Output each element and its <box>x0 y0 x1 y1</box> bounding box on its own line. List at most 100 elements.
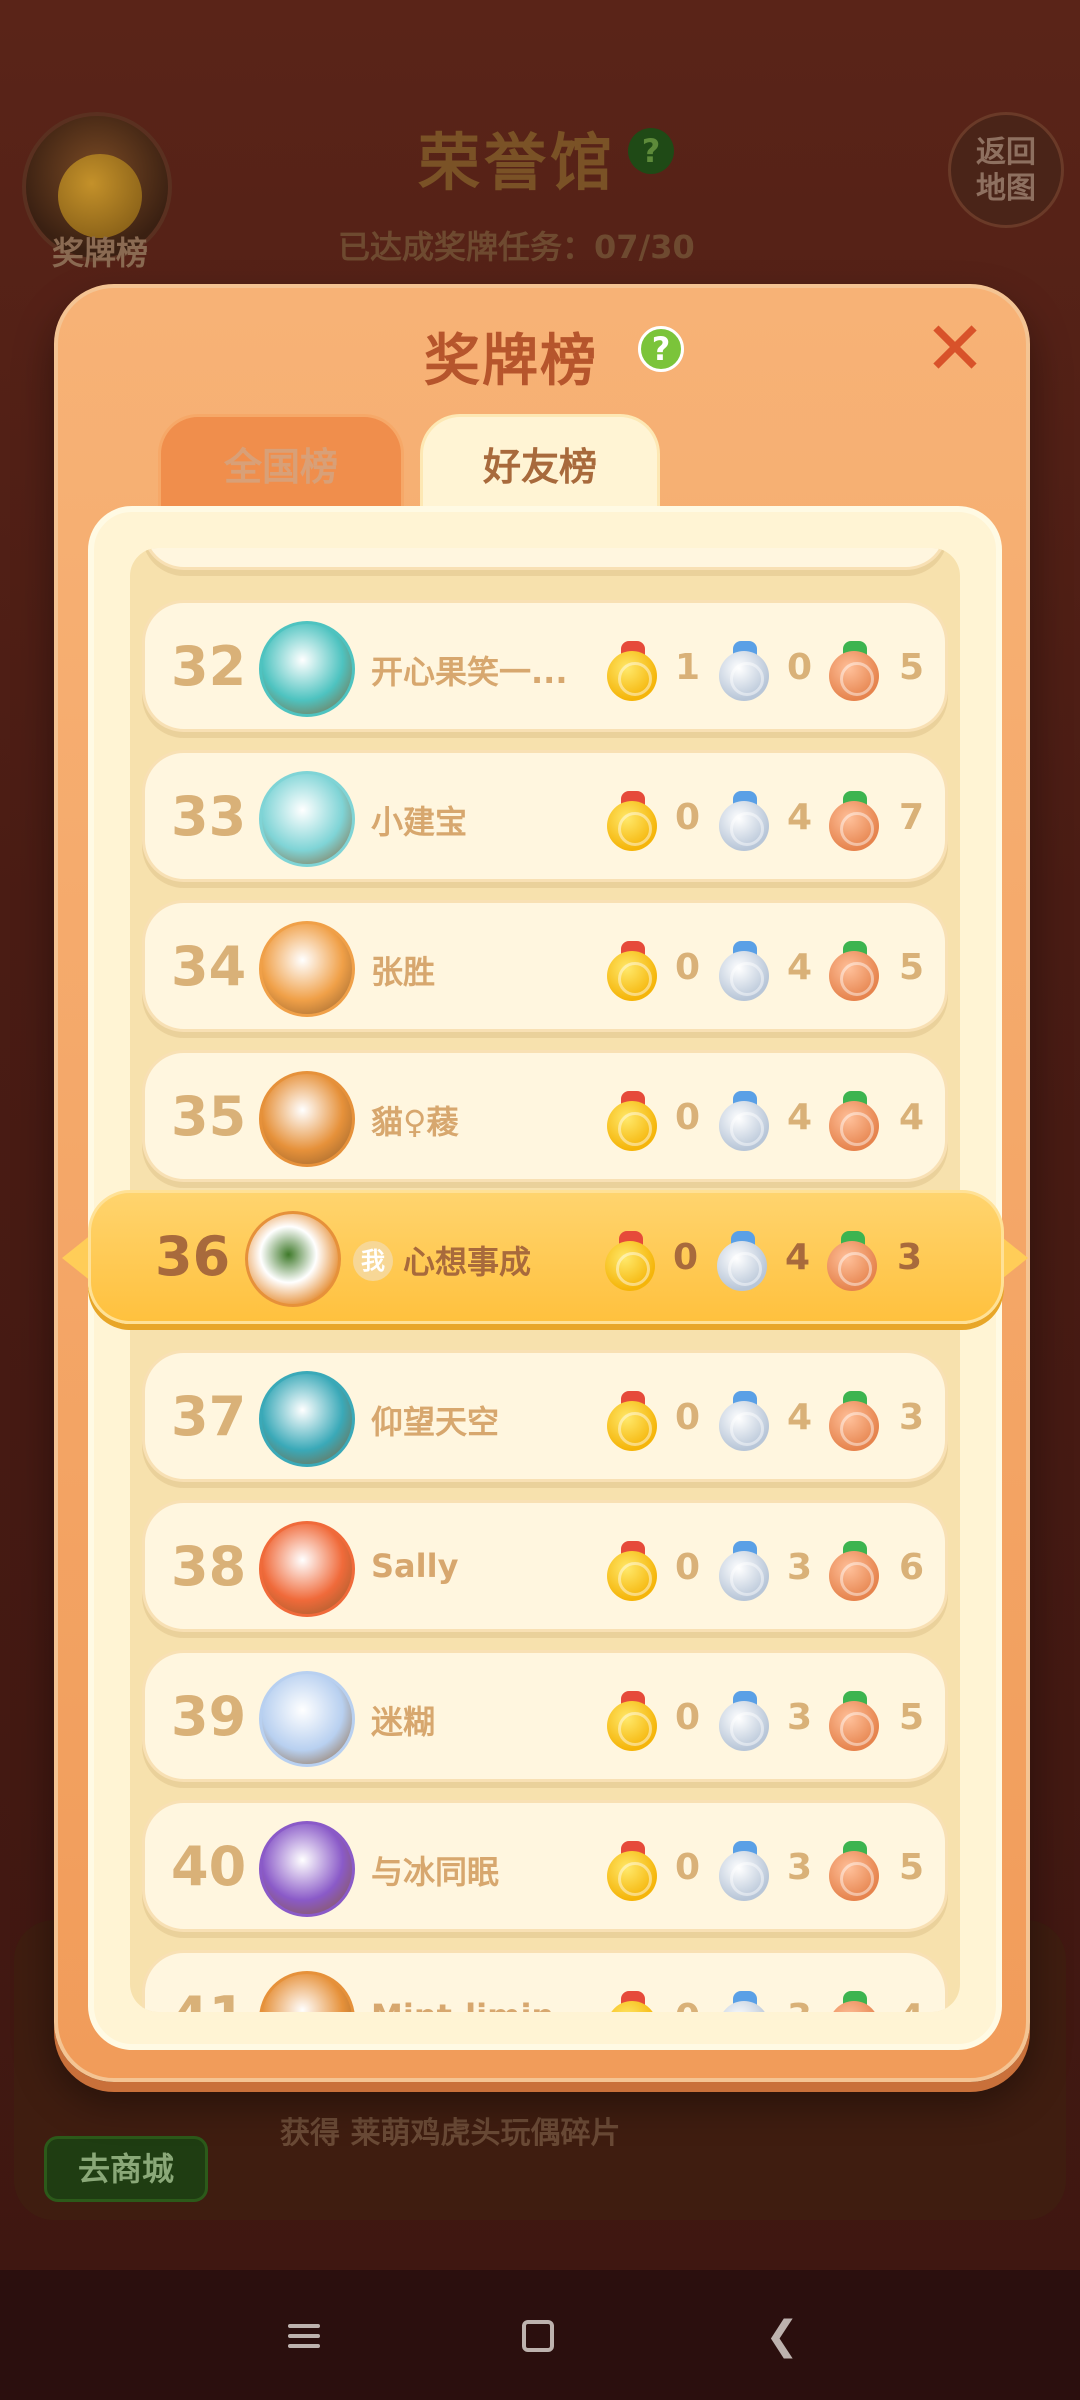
rank-number: 35 <box>171 1085 247 1148</box>
player-name: 张胜 <box>371 953 436 991</box>
gold-medal-icon <box>607 1841 659 1901</box>
rank-number: 41 <box>171 1985 261 2012</box>
bronze-medal-icon <box>829 941 881 1001</box>
tab-friends[interactable]: 好友榜 <box>420 414 660 514</box>
progress-text: 已达成奖牌任务：07/30 <box>338 222 695 268</box>
bronze-count: 4 <box>899 1997 939 2012</box>
system-nav-bar: ❮ <box>0 2270 1080 2400</box>
bronze-medal-icon <box>827 1231 879 1291</box>
silver-medal-icon <box>719 941 771 1001</box>
silver-medal-icon <box>717 1231 769 1291</box>
bronze-medal-icon <box>829 1841 881 1901</box>
silver-count: 3 <box>787 1847 813 1888</box>
bronze-medal-icon <box>829 1991 881 2012</box>
rank-number: 36 <box>155 1225 231 1288</box>
gold-count: 0 <box>675 1547 701 1588</box>
table-row[interactable]: 32 开心果笑一... 1 0 5 <box>142 600 948 732</box>
close-button[interactable]: ✕ <box>920 312 990 386</box>
silver-medal-icon <box>719 791 771 851</box>
silver-count: 3 <box>787 1547 813 1588</box>
my-rank-row[interactable]: 36 我 心想事成 0 4 3 <box>88 1190 1004 1324</box>
silver-count: 4 <box>787 947 813 988</box>
gold-count: 0 <box>675 1097 701 1138</box>
player-name: 仰望天空 <box>371 1403 500 1441</box>
bronze-count: 4 <box>899 1097 925 1138</box>
player-name: 开心果笑一... <box>371 653 568 691</box>
me-badge: 我 <box>353 1241 393 1281</box>
player-name: 与冰同眠 <box>371 1853 500 1891</box>
gold-medal-icon <box>607 1541 659 1601</box>
table-row[interactable]: 41 Mint-limin 0 3 4 <box>142 1950 948 2012</box>
back-to-map-button[interactable]: 返回 地图 <box>948 112 1064 228</box>
bronze-medal-icon <box>829 641 881 701</box>
player-name: 小建宝 <box>371 803 468 841</box>
player-name: Sally <box>371 1547 459 1585</box>
help-icon[interactable]: ? <box>638 326 684 372</box>
bronze-medal-icon <box>829 1691 881 1751</box>
avatar <box>259 1371 355 1467</box>
avatar <box>259 621 355 717</box>
home-icon[interactable] <box>508 2306 568 2366</box>
silver-count: 3 <box>787 1997 827 2012</box>
table-row[interactable]: 38 Sally 0 3 6 <box>142 1500 948 1632</box>
table-row[interactable]: 40 与冰同眠 0 3 5 <box>142 1800 948 1932</box>
player-name: 心想事成 <box>403 1243 532 1281</box>
avatar <box>259 1071 355 1167</box>
silver-count: 3 <box>787 1697 813 1738</box>
rank-number: 39 <box>171 1685 247 1748</box>
back-icon[interactable]: ❮ <box>752 2306 812 2366</box>
table-row[interactable]: 37 仰望天空 0 4 3 <box>142 1350 948 1482</box>
gold-medal-icon <box>607 1391 659 1451</box>
gold-medal-icon <box>607 1691 659 1751</box>
silver-medal-icon <box>719 1991 771 2012</box>
table-row: 36 我 心想事成 0 4 3 <box>88 1190 1004 1324</box>
rank-number: 40 <box>171 1835 247 1898</box>
avatar <box>259 1671 355 1767</box>
reward-prefix: 获得 <box>280 2116 340 2151</box>
rank-number: 33 <box>171 785 247 848</box>
menu-icon[interactable] <box>274 2306 334 2366</box>
avatar <box>245 1211 341 1307</box>
silver-medal-icon <box>719 1541 771 1601</box>
bronze-count: 3 <box>897 1237 923 1278</box>
bronze-count: 7 <box>899 797 925 838</box>
silver-medal-icon <box>719 1391 771 1451</box>
gold-count: 0 <box>673 1237 699 1278</box>
bronze-count: 5 <box>899 647 925 688</box>
bronze-medal-icon <box>829 1541 881 1601</box>
gold-medal-icon <box>607 1991 659 2012</box>
gold-count: 1 <box>675 647 701 688</box>
bronze-medal-icon <box>829 791 881 851</box>
gold-medal-icon <box>605 1231 657 1291</box>
gold-count: 0 <box>675 947 701 988</box>
go-shop-button[interactable]: 去商城 <box>44 2136 208 2202</box>
gold-count: 0 <box>675 1697 701 1738</box>
bronze-count: 5 <box>899 1847 925 1888</box>
gold-count: 0 <box>675 1997 715 2012</box>
gold-medal-icon <box>607 791 659 851</box>
table-row[interactable]: 35 貓♀薐 0 4 4 <box>142 1050 948 1182</box>
gold-medal-icon <box>607 941 659 1001</box>
table-row[interactable]: 34 张胜 0 4 5 <box>142 900 948 1032</box>
reward-text: 获得 莱萌鸡虎头玩偶碎片 <box>280 2108 620 2152</box>
gold-medal-icon <box>607 641 659 701</box>
medal-icon <box>58 154 142 238</box>
silver-count: 4 <box>787 797 813 838</box>
table-row[interactable]: 33 小建宝 0 4 7 <box>142 750 948 882</box>
table-row-partial <box>142 548 948 570</box>
bronze-count: 6 <box>899 1547 925 1588</box>
avatar <box>259 1521 355 1617</box>
avatar <box>259 771 355 867</box>
hall-title: 荣誉馆 <box>418 126 617 199</box>
gold-medal-icon <box>607 1091 659 1151</box>
silver-count: 4 <box>785 1237 811 1278</box>
rank-number: 34 <box>171 935 247 998</box>
silver-count: 4 <box>787 1097 813 1138</box>
bronze-count: 5 <box>899 947 925 988</box>
hall-help-icon[interactable]: ? <box>628 128 674 174</box>
medal-board-modal: 奖牌榜 ? ✕ 全国榜 好友榜 32 开心果笑一... 1 0 5 33 小建宝… <box>54 284 1030 2082</box>
tab-national[interactable]: 全国榜 <box>158 414 404 514</box>
silver-count: 4 <box>787 1397 813 1438</box>
table-row[interactable]: 39 迷糊 0 3 5 <box>142 1650 948 1782</box>
silver-medal-icon <box>719 1841 771 1901</box>
